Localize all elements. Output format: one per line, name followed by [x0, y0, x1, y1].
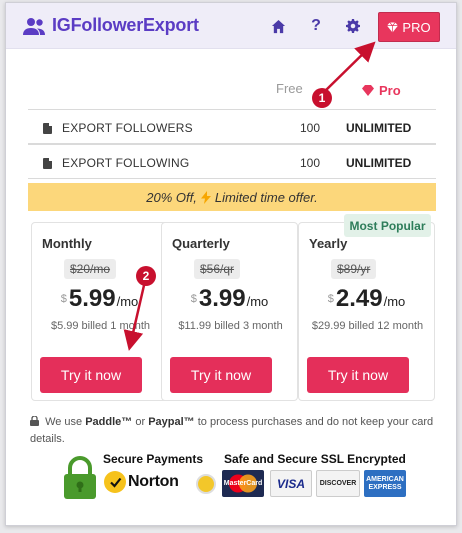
paypal-link[interactable]: Paypal™ [148, 416, 194, 428]
feature-name: EXPORT FOLLOWING [62, 156, 190, 170]
visa-logo: VISA [270, 470, 312, 497]
currency-symbol: $ [190, 293, 197, 305]
feature-name: EXPORT FOLLOWERS [62, 121, 193, 135]
plan-title: Quarterly [172, 236, 230, 251]
price-period: /mo [383, 294, 406, 309]
norton-label: Norton [128, 473, 179, 490]
plan-price: $2.49/mo [299, 285, 434, 313]
home-icon [271, 19, 285, 33]
gear-icon [346, 19, 360, 33]
discover-logo: DISCOVER [316, 470, 360, 497]
amex-logo: AMERICAN EXPRESS [364, 470, 406, 497]
feature-pro-value: UNLIMITED [346, 156, 412, 170]
payment-note: We use Paddle™ or Paypal™ to process pur… [30, 414, 438, 448]
padlock-icon [64, 456, 96, 499]
feature-row: EXPORT FOLLOWING 100 UNLIMITED [28, 144, 436, 179]
promo-banner: 20% Off, Limited time offer. [28, 183, 436, 211]
price-period: /mo [116, 294, 139, 309]
settings-button[interactable] [344, 17, 362, 35]
question-icon: ? [311, 17, 321, 34]
norton-check-icon [104, 471, 126, 493]
plan-price: $5.99/mo [32, 285, 167, 313]
plan-price: $3.99/mo [162, 285, 297, 313]
help-button[interactable]: ? [307, 17, 325, 35]
csv-file-icon [43, 123, 52, 134]
norton-badge: Norton [104, 471, 179, 493]
secure-payments-title: Secure Payments [103, 452, 204, 466]
pricing-card-yearly: Yearly $89/yr $2.49/mo $29.99 billed 12 … [298, 222, 435, 401]
mastercard-logo: MasterCard [222, 470, 264, 497]
pricing-card-quarterly: Quarterly $56/qr $3.99/mo $11.99 billed … [161, 222, 298, 401]
feature-free-value: 100 [300, 156, 321, 170]
price-amount: 3.99 [198, 285, 246, 312]
note-or: or [135, 416, 146, 428]
app-name: IGFollowerExport [52, 15, 199, 35]
price-period: /mo [246, 294, 269, 309]
most-popular-badge: Most Popular [344, 214, 431, 237]
pricing-card-monthly: Monthly $20/mo $5.99/mo $5.99 billed 1 m… [31, 222, 168, 401]
original-price: $20/mo [64, 259, 117, 279]
pro-button[interactable]: PRO [378, 12, 440, 42]
annotation-marker-2: 2 [136, 266, 156, 286]
currency-symbol: $ [60, 293, 67, 305]
lock-icon [30, 415, 39, 426]
trust-badges: Secure Payments Norton Safe and Secure S… [62, 449, 412, 501]
pro-column-label: Pro [379, 83, 401, 98]
lightning-icon [200, 190, 211, 204]
billing-note: $5.99 billed 1 month [50, 320, 151, 332]
pro-button-label: PRO [402, 19, 431, 35]
price-amount: 2.49 [335, 285, 383, 312]
ssl-seal-icon [196, 474, 216, 494]
home-button[interactable] [269, 17, 287, 35]
diamond-icon [387, 21, 399, 33]
plan-title: Yearly [309, 236, 348, 251]
header-bar: IGFollowerExport ? PRO [6, 3, 456, 49]
billing-note: $29.99 billed 12 month [311, 320, 424, 332]
pro-column-header: Pro [362, 83, 401, 98]
plan-title: Monthly [42, 236, 92, 251]
billing-note: $11.99 billed 3 month [178, 320, 283, 332]
annotation-marker-1: 1 [312, 88, 332, 108]
note-prefix: We use [45, 416, 83, 428]
app-logo[interactable]: IGFollowerExport [22, 15, 199, 36]
csv-file-icon [43, 158, 52, 169]
original-price: $56/qr [194, 259, 241, 279]
promo-discount: 20% Off, [146, 189, 197, 205]
try-it-now-button[interactable]: Try it now [307, 357, 409, 393]
extension-popup: IGFollowerExport ? PRO Free Pro EXPORT F… [5, 2, 457, 526]
currency-symbol: $ [327, 293, 334, 305]
promo-text: Limited time offer. [214, 189, 318, 205]
try-it-now-button[interactable]: Try it now [40, 357, 142, 393]
ssl-title: Safe and Secure SSL Encrypted [224, 452, 406, 466]
try-it-now-button[interactable]: Try it now [170, 357, 272, 393]
feature-pro-value: UNLIMITED [346, 121, 412, 135]
original-price: $89/yr [331, 259, 377, 279]
diamond-icon [362, 85, 374, 96]
free-column-header: Free [276, 81, 303, 96]
feature-row: EXPORT FOLLOWERS 100 UNLIMITED [28, 109, 436, 144]
users-icon [23, 17, 45, 35]
feature-free-value: 100 [300, 121, 321, 135]
paddle-link[interactable]: Paddle™ [85, 416, 132, 428]
price-amount: 5.99 [68, 285, 116, 312]
